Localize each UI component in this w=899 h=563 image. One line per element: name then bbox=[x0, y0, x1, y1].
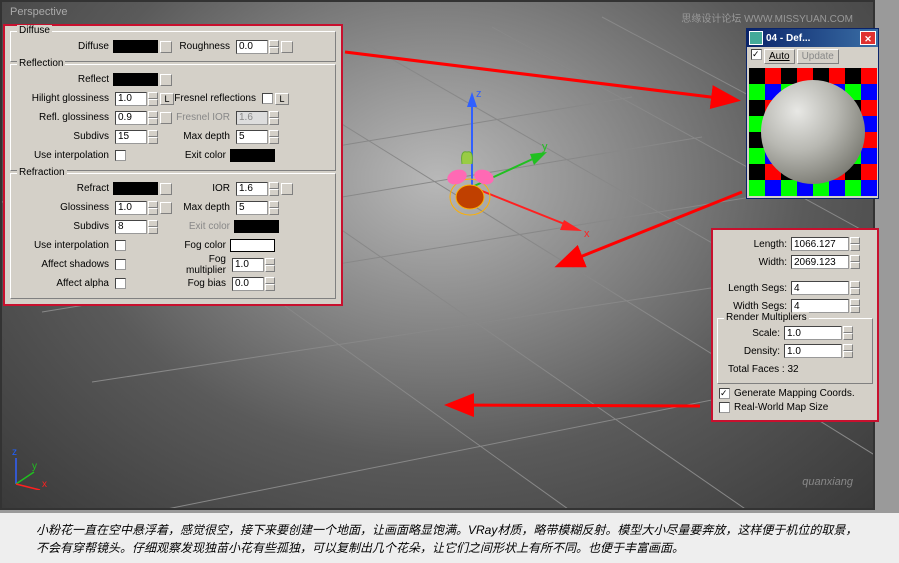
lock-button[interactable]: L bbox=[160, 93, 174, 105]
auto-button[interactable]: Auto bbox=[764, 49, 795, 64]
diffuse-label: Diffuse bbox=[15, 41, 113, 52]
refr-useinterp-label: Use interpolation bbox=[15, 240, 113, 251]
lsegs-input[interactable] bbox=[791, 281, 849, 295]
reflect-label: Reflect bbox=[15, 74, 113, 85]
material-preview-slot[interactable] bbox=[749, 68, 877, 196]
fresnel-ior-input[interactable] bbox=[236, 111, 268, 125]
refr-maxdepth-label: Max depth bbox=[172, 202, 234, 213]
plane-params-panel: Length: Width: Length Segs: Width Segs: … bbox=[711, 228, 879, 422]
app-icon bbox=[749, 31, 763, 45]
roughness-input[interactable] bbox=[236, 40, 268, 54]
svg-text:z: z bbox=[476, 88, 482, 100]
window-title: 04 - Def... bbox=[766, 33, 810, 44]
hilight-glossiness-input[interactable] bbox=[115, 92, 147, 106]
hilight-label: Hilight glossiness bbox=[15, 93, 113, 104]
refract-map-button[interactable] bbox=[160, 183, 172, 195]
roughness-label: Roughness bbox=[172, 41, 234, 52]
refl-maxdepth-label: Max depth bbox=[172, 131, 234, 142]
fresnel-l-button[interactable]: L bbox=[275, 93, 289, 105]
refract-label: Refract bbox=[15, 183, 113, 194]
group-title: Diffuse bbox=[17, 25, 52, 36]
width-input[interactable] bbox=[791, 255, 849, 269]
group-title: Refraction bbox=[17, 167, 67, 178]
svg-text:y: y bbox=[542, 141, 548, 153]
refraction-group: Refraction Refract IOR Glossiness Max de… bbox=[10, 173, 336, 299]
fog-bias-input[interactable] bbox=[232, 277, 264, 291]
refr-useinterp-checkbox[interactable] bbox=[115, 240, 126, 251]
fresnel-label: Fresnel reflections bbox=[174, 93, 260, 104]
scale-label: Scale: bbox=[722, 328, 784, 339]
fog-bias-label: Fog bias bbox=[168, 278, 230, 289]
spinner-up[interactable] bbox=[269, 40, 279, 47]
refr-exitcolor-label: Exit color bbox=[172, 221, 234, 232]
fog-mult-input[interactable] bbox=[232, 258, 264, 272]
refl-subdivs-input[interactable] bbox=[115, 130, 147, 144]
real-world-label: Real-World Map Size bbox=[734, 402, 828, 413]
refr-subdivs-label: Subdivs bbox=[15, 221, 113, 232]
lsegs-label: Length Segs: bbox=[717, 283, 791, 294]
wsegs-input[interactable] bbox=[791, 299, 849, 313]
spinner-down[interactable] bbox=[269, 47, 279, 54]
reflect-map-button[interactable] bbox=[160, 74, 172, 86]
diffuse-map-button[interactable] bbox=[160, 41, 172, 53]
fresnel-ior-label: Fresnel IOR bbox=[172, 112, 234, 123]
render-mult-title: Render Multipliers bbox=[724, 312, 809, 323]
roughness-map-button[interactable] bbox=[281, 41, 293, 53]
refr-ior-input[interactable] bbox=[236, 182, 268, 196]
length-label: Length: bbox=[717, 239, 791, 250]
material-preview-window[interactable]: 04 - Def... ✕ Auto Update bbox=[746, 28, 879, 199]
refl-gloss-map-button[interactable] bbox=[160, 112, 172, 124]
affect-alpha-checkbox[interactable] bbox=[115, 278, 126, 289]
affect-alpha-label: Affect alpha bbox=[15, 278, 113, 289]
preview-sphere-icon bbox=[761, 80, 865, 184]
refl-maxdepth-input[interactable] bbox=[236, 130, 268, 144]
titlebar[interactable]: 04 - Def... ✕ bbox=[747, 29, 878, 47]
affect-shadows-label: Affect shadows bbox=[15, 259, 113, 270]
refr-ior-map-button[interactable] bbox=[281, 183, 293, 195]
update-button[interactable]: Update bbox=[797, 49, 839, 64]
refr-ior-label: IOR bbox=[172, 183, 234, 194]
refr-subdivs-input[interactable] bbox=[115, 220, 147, 234]
refl-useinterp-label: Use interpolation bbox=[15, 150, 113, 161]
fog-mult-label: Fog multiplier bbox=[168, 254, 230, 276]
length-input[interactable] bbox=[791, 237, 849, 251]
gen-mapping-label: Generate Mapping Coords. bbox=[734, 388, 855, 399]
fresnel-checkbox[interactable] bbox=[262, 93, 273, 104]
refl-exitcolor-swatch[interactable] bbox=[230, 149, 275, 162]
refr-maxdepth-input[interactable] bbox=[236, 201, 268, 215]
group-title: Reflection bbox=[17, 58, 65, 69]
density-input[interactable] bbox=[784, 344, 842, 358]
reflection-group: Reflection Reflect Hilight glossiness L … bbox=[10, 64, 336, 171]
refr-gloss-map-button[interactable] bbox=[160, 202, 172, 214]
refr-glossiness-label: Glossiness bbox=[15, 202, 113, 213]
refr-exitcolor-swatch[interactable] bbox=[234, 220, 279, 233]
watermark-bottom: quanxiang bbox=[802, 476, 853, 488]
refl-subdivs-label: Subdivs bbox=[15, 131, 113, 142]
scale-input[interactable] bbox=[784, 326, 842, 340]
refl-exitcolor-label: Exit color bbox=[168, 150, 230, 161]
wsegs-label: Width Segs: bbox=[717, 301, 791, 312]
real-world-checkbox[interactable] bbox=[719, 402, 730, 413]
refr-glossiness-input[interactable] bbox=[115, 201, 147, 215]
caption-text: 小粉花一直在空中悬浮着，感觉很空，接下来要创建一个地面，让画面略显饱满。VRay… bbox=[0, 513, 899, 563]
fog-color-label: Fog color bbox=[168, 240, 230, 251]
auto-checkbox[interactable] bbox=[751, 49, 762, 60]
refract-swatch[interactable] bbox=[113, 182, 158, 195]
fog-color-swatch[interactable] bbox=[230, 239, 275, 252]
total-faces-label: Total Faces : 32 bbox=[722, 364, 799, 375]
svg-text:x: x bbox=[584, 228, 590, 240]
material-panel: Diffuse Diffuse Roughness Reflection Ref… bbox=[3, 24, 343, 306]
reflect-swatch[interactable] bbox=[113, 73, 158, 86]
refl-glossiness-input[interactable] bbox=[115, 111, 147, 125]
density-label: Density: bbox=[722, 346, 784, 357]
affect-shadows-checkbox[interactable] bbox=[115, 259, 126, 270]
refl-glossiness-label: Refl. glossiness bbox=[15, 112, 113, 123]
diffuse-swatch[interactable] bbox=[113, 40, 158, 53]
close-icon[interactable]: ✕ bbox=[860, 31, 876, 45]
refl-useinterp-checkbox[interactable] bbox=[115, 150, 126, 161]
gen-mapping-checkbox[interactable] bbox=[719, 388, 730, 399]
width-label: Width: bbox=[717, 257, 791, 268]
